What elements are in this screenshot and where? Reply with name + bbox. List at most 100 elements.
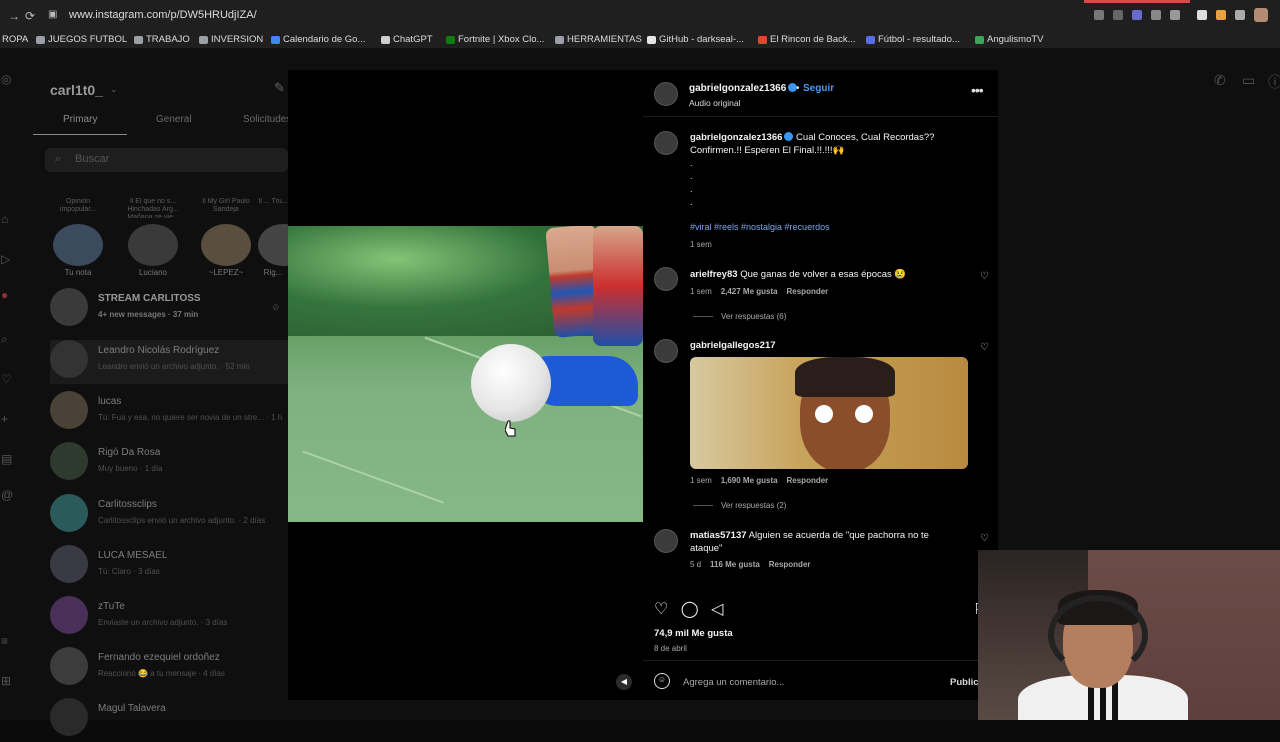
search-placeholder: Buscar bbox=[75, 153, 110, 165]
chat-list-item[interactable]: STREAM CARLITOSS 4+ new messages · 37 min bbox=[50, 288, 288, 332]
play-icon[interactable] bbox=[1151, 10, 1161, 20]
hashtags[interactable]: #viral #reels #nostalgia #recuerdos bbox=[690, 222, 830, 232]
bookmark-item[interactable]: GitHub - darkseal-... bbox=[647, 34, 744, 45]
account-username[interactable]: carl1t0_ bbox=[50, 82, 103, 98]
comment-user[interactable]: arielfrey83 bbox=[690, 269, 738, 280]
note-item[interactable]: Il ... Tru... Rig... bbox=[258, 198, 288, 277]
comment-likes[interactable]: 116 Me gusta bbox=[710, 560, 760, 569]
reply-button[interactable]: Responder bbox=[769, 560, 811, 569]
tab-general[interactable]: General bbox=[156, 114, 192, 125]
forward-icon[interactable]: → bbox=[8, 9, 20, 23]
puzzle-icon[interactable] bbox=[1235, 10, 1245, 20]
commenter-avatar[interactable] bbox=[654, 267, 678, 291]
pin-icon[interactable] bbox=[1094, 10, 1104, 20]
comment-input[interactable]: Agrega un comentario... bbox=[683, 677, 784, 688]
compose-icon[interactable]: ✎ bbox=[274, 80, 285, 96]
chat-list-item[interactable]: lucas Tú: Fua y esa, no quiere ser novia … bbox=[50, 391, 288, 435]
comment: gabrielgallegos217 bbox=[690, 339, 960, 352]
bookmark-label: GitHub - darkseal-... bbox=[659, 34, 744, 45]
bookmark-label: ChatGPT bbox=[393, 34, 433, 45]
bookmark-item[interactable]: TRABAJO bbox=[134, 34, 190, 45]
chat-preview: Carlitossclips envió un archivo adjunto.… bbox=[98, 516, 266, 525]
bookmark-item[interactable]: Calendario de Go... bbox=[271, 34, 365, 45]
chat-list-item[interactable]: Magul Talavera bbox=[50, 698, 288, 742]
author-name: gabrielgonzalez1366 bbox=[689, 83, 787, 94]
video-call-icon[interactable]: ▭ bbox=[1242, 72, 1255, 89]
tab-requests[interactable]: Solicitudes bbox=[243, 114, 291, 125]
like-icon[interactable]: ♡ bbox=[654, 601, 668, 618]
chat-list-item[interactable]: LUCA MESAEL Tú: Claro · 3 días bbox=[50, 545, 288, 589]
comment-user[interactable]: gabrielgallegos217 bbox=[690, 340, 776, 351]
site-info-icon[interactable]: ▣ bbox=[48, 9, 57, 20]
comment-icon[interactable]: ◯ bbox=[681, 601, 699, 618]
caption-author[interactable]: gabrielgonzalez1366 bbox=[690, 132, 782, 143]
video-player[interactable]: ◀ bbox=[288, 70, 643, 700]
more-options-icon[interactable]: ••• bbox=[971, 82, 984, 98]
bookmark-item[interactable]: El Rincon de Back... bbox=[758, 34, 856, 45]
commenter-avatar[interactable] bbox=[654, 339, 678, 363]
heart-icon[interactable] bbox=[1170, 10, 1180, 20]
comment-like-icon[interactable]: ♡ bbox=[980, 342, 989, 353]
commenter-avatar[interactable] bbox=[654, 529, 678, 553]
heart-icon[interactable]: ♡ bbox=[1, 372, 12, 386]
phone-icon[interactable]: ✆ bbox=[1214, 72, 1226, 89]
follow-button[interactable]: Seguir bbox=[803, 83, 834, 94]
reply-button[interactable]: Responder bbox=[787, 287, 829, 296]
create-icon[interactable]: + bbox=[1, 412, 8, 426]
bookmark-item[interactable]: ChatGPT bbox=[381, 34, 433, 45]
profile-avatar[interactable] bbox=[1254, 8, 1268, 22]
comment-user[interactable]: matias57137 bbox=[690, 530, 747, 541]
likes-count[interactable]: 74,9 mil Me gusta bbox=[654, 628, 733, 639]
screenshot-icon[interactable] bbox=[1113, 10, 1123, 20]
chat-list-item[interactable]: Rigó Da Rosa Muy bueno · 1 día bbox=[50, 442, 288, 486]
reply-button[interactable]: Responder bbox=[787, 476, 829, 485]
reload-icon[interactable]: ⟳ bbox=[25, 9, 35, 23]
search-icon[interactable]: ⌕ bbox=[1, 332, 8, 347]
chat-list-item[interactable]: zTuTe Enviaste un archivo adjunto. · 3 dí… bbox=[50, 596, 288, 640]
tab-primary[interactable]: Primary bbox=[63, 114, 97, 125]
volume-icon[interactable]: ◀ bbox=[616, 674, 632, 690]
author-avatar[interactable] bbox=[654, 82, 678, 106]
chat-list-item[interactable]: Fernando ezequiel ordoñez Reaccionó 😂 a t… bbox=[50, 647, 288, 691]
chat-name: LUCA MESAEL bbox=[98, 550, 168, 561]
audio-label[interactable]: Audio original bbox=[689, 98, 741, 108]
threads-icon[interactable]: @ bbox=[1, 488, 13, 502]
shield-icon[interactable] bbox=[1132, 10, 1142, 20]
comment-like-icon[interactable]: ♡ bbox=[980, 271, 989, 282]
comment-likes[interactable]: 2,427 Me gusta bbox=[721, 287, 778, 296]
note-item[interactable]: Il El que no s... Hinchadas Arg... Mañan… bbox=[123, 198, 183, 277]
chat-list-item[interactable]: Leandro Nicolás Rodríguez Leandro envió u… bbox=[50, 340, 288, 384]
comment-likes[interactable]: 1,690 Me gusta bbox=[721, 476, 778, 485]
comment-like-icon[interactable]: ♡ bbox=[980, 533, 989, 544]
search-input[interactable]: ⌕ Buscar bbox=[45, 148, 288, 172]
emoji-icon[interactable]: ☺ bbox=[654, 673, 670, 689]
bookmark-item[interactable]: INVERSION bbox=[199, 34, 263, 45]
bookmark-item[interactable]: Fútbol - resultado... bbox=[866, 34, 960, 45]
share-icon[interactable]: ◁ bbox=[711, 601, 723, 618]
note-item[interactable]: Il My Girl Paulo Sandeja ~LEPEZ~ bbox=[196, 198, 256, 277]
bookmark-item[interactable]: ROPA bbox=[2, 34, 28, 45]
menu-icon[interactable]: ≡ bbox=[1, 634, 8, 648]
address-bar[interactable]: www.instagram.com/p/DW5HRUdjIZA/ bbox=[69, 9, 257, 21]
apps-icon[interactable]: ⊞ bbox=[1, 674, 11, 688]
view-replies-button[interactable]: Ver respuestas (2) bbox=[721, 501, 786, 510]
author-avatar[interactable] bbox=[654, 131, 678, 155]
dashboard-icon[interactable]: ▤ bbox=[1, 452, 12, 466]
extension-d-icon[interactable] bbox=[1197, 10, 1207, 20]
extension-play-icon[interactable] bbox=[1216, 10, 1226, 20]
view-replies-button[interactable]: Ver respuestas (6) bbox=[721, 312, 786, 321]
chat-list-item[interactable]: Carlitossclips Carlitossclips envió un ar… bbox=[50, 494, 288, 538]
post-author-header[interactable]: gabrielgonzalez1366 bbox=[689, 83, 798, 94]
reels-icon[interactable]: ▷ bbox=[1, 252, 10, 266]
bookmark-item[interactable]: Fortnite | Xbox Clo... bbox=[446, 34, 544, 45]
comment-gif[interactable] bbox=[690, 357, 968, 469]
avatar bbox=[50, 647, 88, 685]
bookmark-item[interactable]: AngulismoTV bbox=[975, 34, 1044, 45]
note-item[interactable]: Opinión impopular... Tu nota bbox=[48, 198, 108, 277]
bookmark-item[interactable]: JUEGOS FUTBOL bbox=[36, 34, 127, 45]
chevron-down-icon[interactable]: ⌄ bbox=[110, 84, 118, 95]
instagram-icon[interactable]: ◎ bbox=[1, 72, 11, 86]
info-icon[interactable]: ⓘ bbox=[1268, 72, 1280, 92]
bookmark-item[interactable]: HERRAMIENTAS bbox=[555, 34, 642, 45]
home-icon[interactable]: ⌂ bbox=[1, 212, 8, 226]
